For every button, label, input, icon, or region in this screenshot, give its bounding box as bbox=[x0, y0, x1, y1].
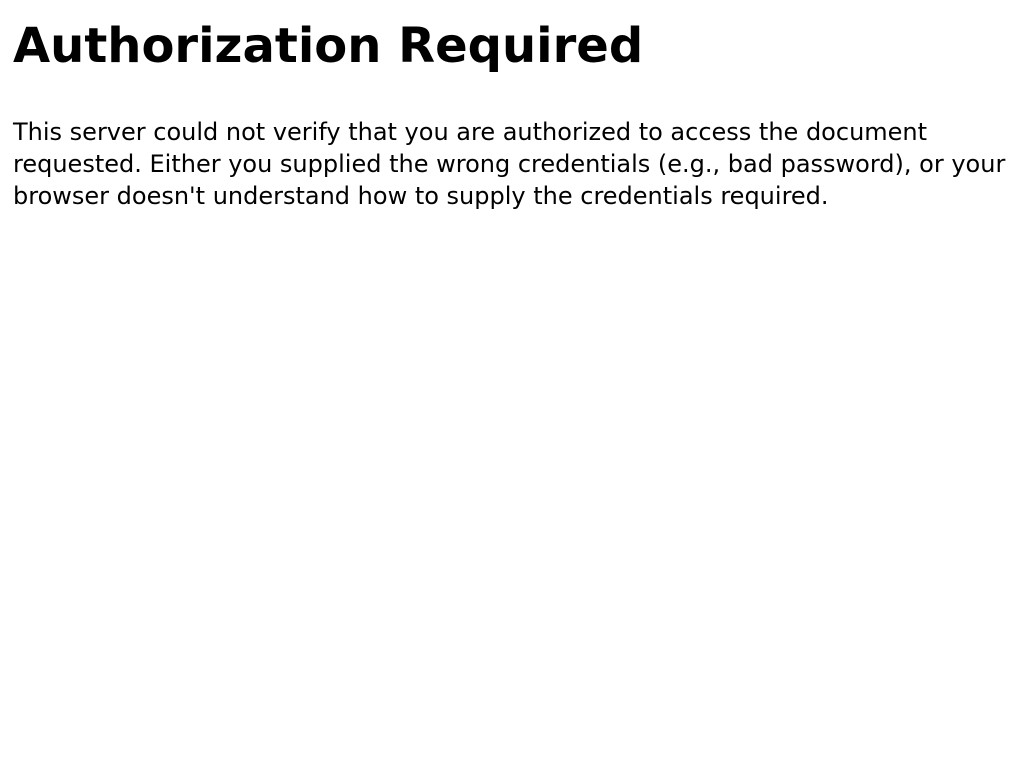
error-page: Authorization Required This server could… bbox=[0, 0, 1024, 768]
error-message: This server could not verify that you ar… bbox=[13, 118, 1006, 210]
page-title: Authorization Required bbox=[13, 18, 644, 74]
